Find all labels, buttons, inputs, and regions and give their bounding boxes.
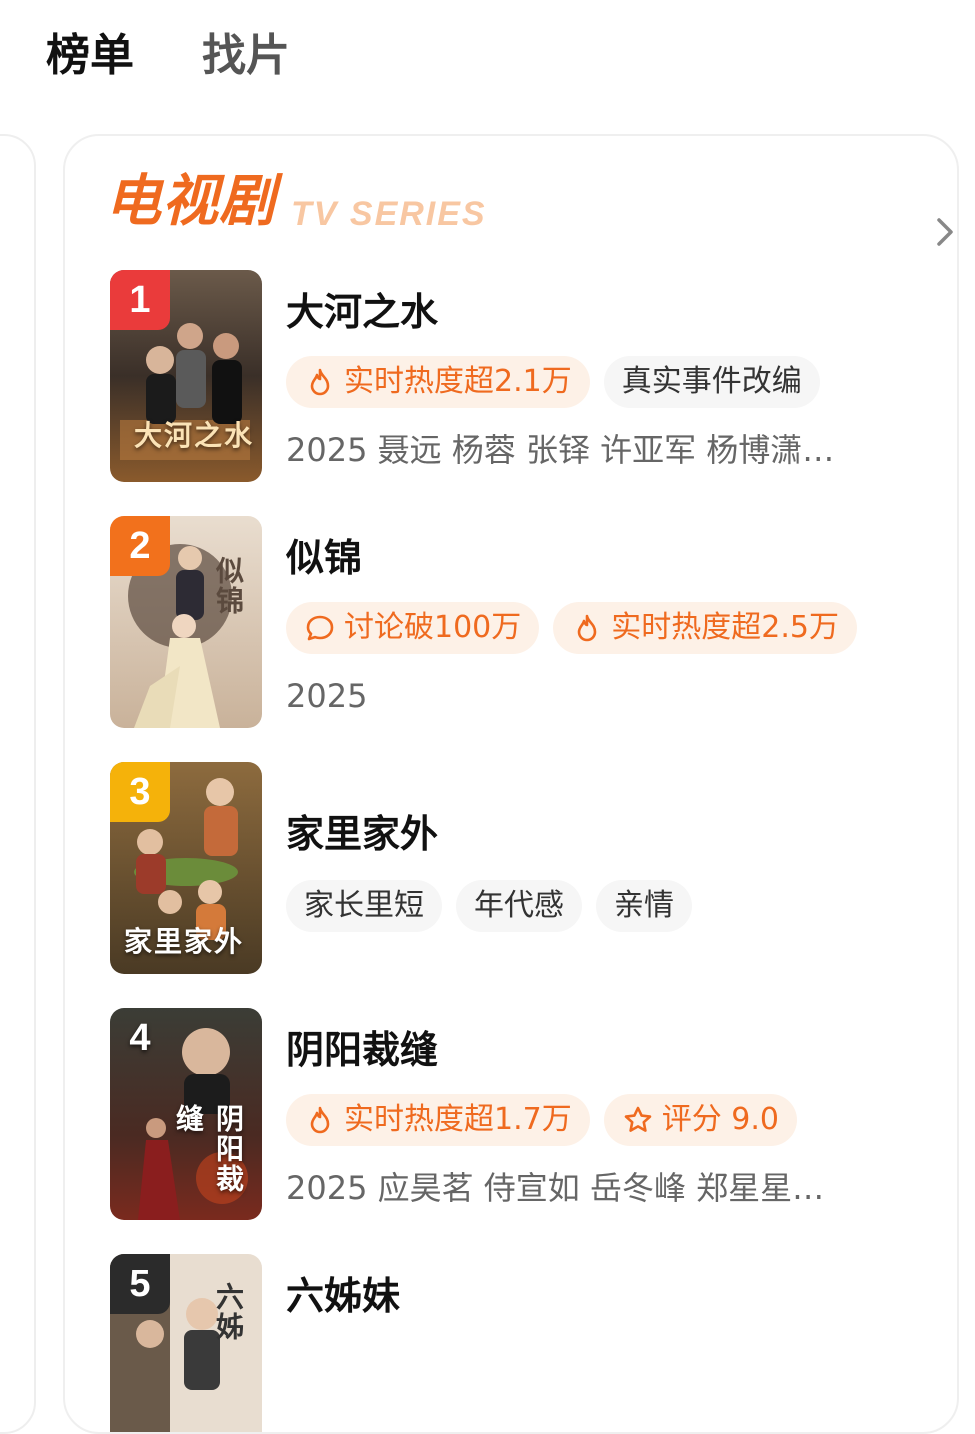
item-title[interactable]: 家里家外 bbox=[286, 808, 438, 860]
chevron-right-icon[interactable] bbox=[927, 212, 957, 252]
item-title[interactable]: 六姊妹 bbox=[286, 1270, 400, 1322]
tab-ranking[interactable]: 榜单 bbox=[46, 26, 134, 86]
discussion-tag[interactable]: 讨论破100万 bbox=[286, 602, 540, 654]
heat-tag[interactable]: 实时热度超2.5万 bbox=[553, 602, 857, 654]
heat-tag[interactable]: 实时热度超1.7万 bbox=[286, 1094, 590, 1146]
poster-image[interactable]: 1 大河之水 bbox=[110, 270, 262, 482]
category-title: 电视剧 bbox=[105, 169, 276, 234]
tv-series-ranking-card: 电视剧 TV SERIES 1 大河之水 大河之水 实时热度超2.1万 真实事件… bbox=[63, 134, 959, 1434]
star-icon bbox=[624, 1106, 652, 1132]
item-info: 阴阳裁缝 实时热度超1.7万 评分 9.0 2025 应昊茗 侍宣如 岳冬峰 郑… bbox=[286, 1008, 906, 1220]
list-item[interactable]: 5 六姊 六姊妹 bbox=[110, 1254, 910, 1432]
list-item[interactable]: 3 家里家外 家里家外 家长里短 年代感 亲情 bbox=[110, 762, 910, 974]
poster-title-text: 大河之水 bbox=[134, 419, 255, 452]
genre-tag[interactable]: 家长里短 bbox=[286, 880, 442, 932]
poster-image[interactable]: 3 家里家外 bbox=[110, 762, 262, 974]
top-tabs: 榜单 找片 bbox=[0, 0, 975, 110]
genre-tag[interactable]: 年代感 bbox=[456, 880, 582, 932]
tab-find-film[interactable]: 找片 bbox=[202, 26, 290, 86]
list-item[interactable]: 1 大河之水 大河之水 实时热度超2.1万 真实事件改编 2025 聂远 杨蓉 … bbox=[110, 270, 910, 482]
poster-title-text: 六姊 bbox=[212, 1282, 245, 1342]
category-subtitle: TV SERIES bbox=[291, 195, 487, 233]
genre-tag[interactable]: 亲情 bbox=[596, 880, 692, 932]
poster-image[interactable]: 2 似锦 bbox=[110, 516, 262, 728]
item-info: 似锦 讨论破100万 实时热度超2.5万 2025 bbox=[286, 516, 906, 728]
flame-icon bbox=[310, 1106, 330, 1134]
tag-row: 实时热度超2.1万 真实事件改编 bbox=[286, 356, 820, 408]
poster-title-text: 家里家外 bbox=[124, 925, 245, 958]
genre-tag-label: 亲情 bbox=[614, 888, 674, 923]
previous-card-edge[interactable] bbox=[0, 134, 36, 1434]
item-title[interactable]: 大河之水 bbox=[286, 286, 438, 338]
poster-image[interactable]: 4 阴阳裁缝 bbox=[110, 1008, 262, 1220]
item-info: 大河之水 实时热度超2.1万 真实事件改编 2025 聂远 杨蓉 张铎 许亚军 … bbox=[286, 270, 906, 482]
rank-badge: 4 bbox=[129, 1017, 151, 1059]
card-header: 电视剧 TV SERIES bbox=[105, 166, 953, 246]
genre-tag[interactable]: 真实事件改编 bbox=[603, 356, 820, 408]
heat-tag-label: 实时热度超2.1万 bbox=[344, 364, 572, 399]
item-meta: 2025 应昊茗 侍宣如 岳冬峰 郑星星… bbox=[286, 1169, 825, 1207]
flame-icon bbox=[310, 368, 330, 396]
tag-row: 家长里短 年代感 亲情 bbox=[286, 880, 692, 932]
list-item[interactable]: 4 阴阳裁缝 阴阳裁缝 实时热度超1.7万 评分 9.0 2025 应昊茗 侍宣… bbox=[110, 1008, 910, 1220]
item-meta: 2025 聂远 杨蓉 张铎 许亚军 杨博潇… bbox=[286, 431, 835, 469]
flame-icon bbox=[577, 614, 597, 642]
poster-image[interactable]: 5 六姊 bbox=[110, 1254, 262, 1432]
item-info: 家里家外 家长里短 年代感 亲情 bbox=[286, 762, 906, 974]
list-item[interactable]: 2 似锦 似锦 讨论破100万 实时热度超2.5万 2025 bbox=[110, 516, 910, 728]
rank-badge: 3 bbox=[110, 762, 170, 822]
item-title[interactable]: 阴阳裁缝 bbox=[286, 1024, 438, 1076]
poster-title-text: 似锦 bbox=[212, 556, 245, 616]
genre-tag-label: 家长里短 bbox=[304, 888, 424, 923]
poster-title-text: 阴阳裁缝 bbox=[172, 1104, 245, 1194]
item-title[interactable]: 似锦 bbox=[286, 532, 362, 584]
rank-badge: 5 bbox=[110, 1254, 170, 1314]
item-info: 六姊妹 bbox=[286, 1254, 906, 1432]
rank-badge: 2 bbox=[110, 516, 170, 576]
rating-tag-label: 评分 9.0 bbox=[661, 1102, 779, 1137]
heat-tag-label: 实时热度超2.5万 bbox=[611, 610, 839, 645]
tag-row: 讨论破100万 实时热度超2.5万 bbox=[286, 602, 857, 654]
discussion-tag-label: 讨论破100万 bbox=[344, 610, 522, 645]
tag-row: 实时热度超1.7万 评分 9.0 bbox=[286, 1094, 797, 1146]
genre-tag-label: 年代感 bbox=[474, 888, 564, 923]
comment-icon bbox=[306, 615, 334, 641]
genre-tag-label: 真实事件改编 bbox=[621, 364, 802, 399]
rating-tag[interactable]: 评分 9.0 bbox=[603, 1094, 797, 1146]
item-meta: 2025 bbox=[286, 677, 368, 715]
heat-tag-label: 实时热度超1.7万 bbox=[344, 1102, 572, 1137]
heat-tag[interactable]: 实时热度超2.1万 bbox=[286, 356, 590, 408]
rank-badge: 1 bbox=[110, 270, 170, 330]
